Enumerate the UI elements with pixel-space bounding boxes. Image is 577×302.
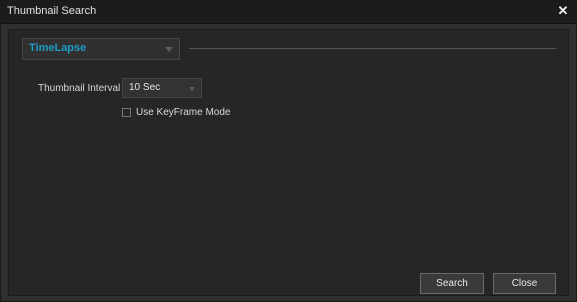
- dialog-content: TimeLapse Thumbnail Interval 10 Sec Use …: [8, 29, 569, 296]
- mode-dropdown-value: TimeLapse: [29, 42, 87, 54]
- keyframe-mode-label: Use KeyFrame Mode: [136, 107, 231, 118]
- chevron-down-icon: [189, 87, 195, 91]
- dialog-title: Thumbnail Search: [7, 5, 97, 17]
- thumbnail-search-dialog: Thumbnail Search ✕ TimeLapse Thumbnail I…: [0, 0, 577, 302]
- chevron-down-icon: [165, 47, 173, 52]
- thumbnail-interval-label: Thumbnail Interval: [38, 83, 121, 94]
- close-button[interactable]: Close: [493, 273, 556, 294]
- close-icon[interactable]: ✕: [556, 3, 570, 19]
- search-button[interactable]: Search: [420, 273, 484, 294]
- thumbnail-interval-value: 10 Sec: [129, 82, 161, 93]
- mode-dropdown[interactable]: TimeLapse: [22, 38, 180, 60]
- keyframe-mode-checkbox[interactable]: [122, 108, 131, 117]
- divider: [189, 48, 556, 49]
- thumbnail-interval-dropdown[interactable]: 10 Sec: [122, 78, 202, 98]
- title-bar: Thumbnail Search ✕: [1, 1, 576, 24]
